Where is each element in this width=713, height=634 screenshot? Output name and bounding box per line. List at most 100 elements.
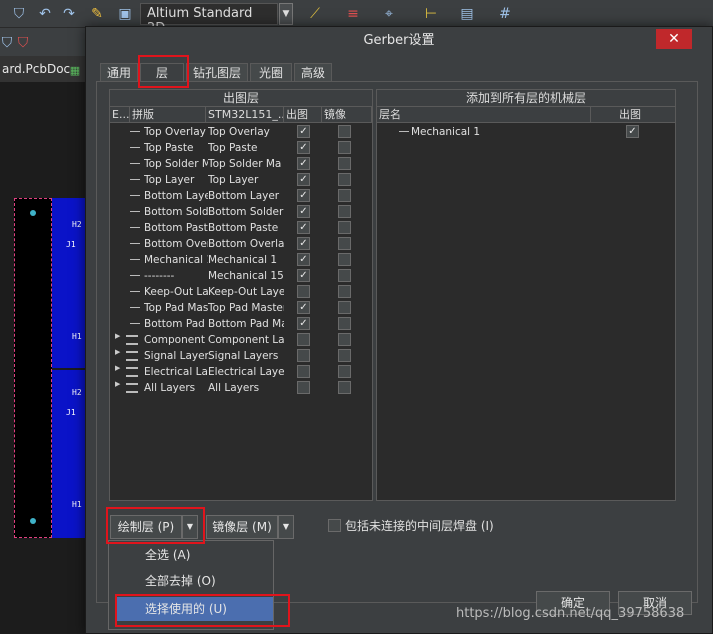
- place-icon[interactable]: ⌖: [380, 5, 398, 23]
- view-config-icon[interactable]: ▣: [116, 5, 134, 23]
- menu-item-select-all[interactable]: 全选 (A): [109, 543, 273, 567]
- plot-checkbox[interactable]: ✓: [297, 301, 310, 314]
- dimension-icon[interactable]: ⊢: [422, 5, 440, 23]
- mirror-checkbox[interactable]: [338, 269, 351, 282]
- mechanical-layer-row[interactable]: Mechanical 1 ✓: [377, 124, 675, 140]
- layer-mapping: Top Solder Ma: [208, 158, 282, 170]
- layer-row[interactable]: Bottom SolderBottom Solder ✓: [110, 204, 372, 220]
- plot-checkbox[interactable]: ✓: [297, 269, 310, 282]
- plot-checkbox[interactable]: [297, 365, 310, 378]
- board-outline: [14, 198, 52, 538]
- layer-row[interactable]: ▶ Signal Layers Signal Layers: [110, 348, 372, 364]
- plot-checkbox[interactable]: ✓: [297, 237, 310, 250]
- expand-arrow-icon[interactable]: ▶: [115, 380, 120, 388]
- chevron-down-icon[interactable]: ▼: [279, 3, 293, 25]
- column-header[interactable]: 出图: [284, 107, 322, 123]
- mirror-checkbox[interactable]: [338, 253, 351, 266]
- mirror-checkbox[interactable]: [338, 189, 351, 202]
- mirror-checkbox[interactable]: [338, 349, 351, 362]
- undo-icon[interactable]: ↶: [36, 5, 54, 23]
- plot-checkbox[interactable]: ✓: [297, 189, 310, 202]
- mirror-checkbox[interactable]: [338, 285, 351, 298]
- layer-row[interactable]: Top Overlay Top Overlay ✓: [110, 124, 372, 140]
- mirror-checkbox[interactable]: [338, 381, 351, 394]
- layer-mapping: Keep-Out Layer: [208, 286, 284, 298]
- include-unconnected-checkbox[interactable]: [328, 519, 341, 532]
- mirror-layers-button[interactable]: 镜像层 (M): [206, 515, 278, 539]
- expand-arrow-icon[interactable]: ▶: [115, 348, 120, 356]
- column-header[interactable]: STM32L151_...: [206, 107, 284, 123]
- column-header[interactable]: 拼版: [130, 107, 206, 123]
- tab-apertures[interactable]: 光圈: [250, 63, 292, 82]
- tab-layers[interactable]: 层: [140, 63, 184, 82]
- layer-name: Mechanical 1: [144, 254, 208, 266]
- plot-checkbox[interactable]: ✓: [297, 173, 310, 186]
- layer-row[interactable]: Top Paste Top Paste ✓: [110, 140, 372, 156]
- layer-row[interactable]: ▶ Electrical Lay Electrical Layer: [110, 364, 372, 380]
- mirror-checkbox[interactable]: [338, 221, 351, 234]
- mirror-checkbox[interactable]: [338, 333, 351, 346]
- room-icon[interactable]: ▤: [458, 5, 476, 23]
- plot-checkbox[interactable]: ✓: [626, 125, 639, 138]
- plot-checkbox[interactable]: ✓: [297, 125, 310, 138]
- layer-row[interactable]: ▶ All Layers All Layers: [110, 380, 372, 396]
- layer-row[interactable]: Keep-Out LayerKeep-Out Layer: [110, 284, 372, 300]
- layer-row[interactable]: Top Layer Top Layer ✓: [110, 172, 372, 188]
- plot-checkbox[interactable]: [297, 381, 310, 394]
- pcb-doc-icon[interactable]: ▦: [66, 61, 84, 79]
- tab-general[interactable]: 通用: [100, 63, 138, 82]
- tree-line-icon: [130, 195, 140, 196]
- align-icon[interactable]: ≡: [344, 5, 362, 23]
- layer-row[interactable]: Bottom Paste Bottom Paste ✓: [110, 220, 372, 236]
- close-button[interactable]: ✕: [656, 29, 692, 49]
- column-header[interactable]: 层名: [377, 107, 591, 123]
- plot-checkbox[interactable]: ✓: [297, 253, 310, 266]
- plot-checkbox[interactable]: ✓: [297, 205, 310, 218]
- plot-checkbox[interactable]: ✓: [297, 141, 310, 154]
- mirror-checkbox[interactable]: [338, 157, 351, 170]
- mirror-checkbox[interactable]: [338, 205, 351, 218]
- layer-row[interactable]: Bottom OverlayBottom Overlay ✓: [110, 236, 372, 252]
- layer-row[interactable]: Mechanical 1 Mechanical 1 ✓: [110, 252, 372, 268]
- plot-checkbox[interactable]: ✓: [297, 157, 310, 170]
- tab-drill-drawing[interactable]: 钻孔图层: [186, 63, 248, 82]
- view-standard-select[interactable]: Altium Standard 2D: [140, 3, 278, 36]
- column-header[interactable]: 镜像: [322, 107, 372, 123]
- tab-advanced[interactable]: 高级: [294, 63, 332, 82]
- plot-checkbox[interactable]: [297, 333, 310, 346]
- redo-icon[interactable]: ↷: [60, 5, 78, 23]
- mirror-checkbox[interactable]: [338, 173, 351, 186]
- clear-filter-icon[interactable]: ⛉: [14, 34, 32, 52]
- grid-icon[interactable]: #: [496, 5, 514, 23]
- chevron-down-icon[interactable]: ▼: [278, 515, 294, 539]
- plot-checkbox[interactable]: ✓: [297, 221, 310, 234]
- mirror-checkbox[interactable]: [338, 317, 351, 330]
- layer-row[interactable]: Bottom Pad MaBottom Pad Ma ✓: [110, 316, 372, 332]
- mirror-checkbox[interactable]: [338, 141, 351, 154]
- expand-arrow-icon[interactable]: ▶: [115, 332, 120, 340]
- plot-checkbox[interactable]: ✓: [297, 317, 310, 330]
- wand-icon[interactable]: ✎: [88, 5, 106, 23]
- mirror-checkbox[interactable]: [338, 125, 351, 138]
- layer-row[interactable]: Bottom LayerBottom Layer ✓: [110, 188, 372, 204]
- mirror-checkbox[interactable]: [338, 301, 351, 314]
- plot-layers-button[interactable]: 绘制层 (P): [110, 515, 182, 539]
- plot-checkbox[interactable]: [297, 349, 310, 362]
- filter-icon[interactable]: ⛉: [10, 5, 28, 23]
- route-icon[interactable]: ⟋: [306, 5, 324, 23]
- column-header[interactable]: 出图: [591, 107, 675, 123]
- column-header[interactable]: E...: [110, 107, 130, 123]
- layer-row[interactable]: -------- Mechanical 15 ✓: [110, 268, 372, 284]
- mirror-checkbox[interactable]: [338, 237, 351, 250]
- chevron-down-icon[interactable]: ▼: [182, 515, 198, 539]
- layer-row[interactable]: Top Pad MasterTop Pad Master ✓: [110, 300, 372, 316]
- expand-arrow-icon[interactable]: ▶: [115, 364, 120, 372]
- plot-checkbox[interactable]: [297, 285, 310, 298]
- menu-item-deselect-all[interactable]: 全部去掉 (O): [109, 569, 273, 593]
- document-tab[interactable]: ard.PcbDoc: [0, 60, 72, 80]
- layer-row[interactable]: ▶ Component LaComponent La: [110, 332, 372, 348]
- layer-row[interactable]: Top Solder MaTop Solder Ma ✓: [110, 156, 372, 172]
- mirror-checkbox[interactable]: [338, 365, 351, 378]
- dialog-title: Gerber设置: [86, 27, 712, 55]
- menu-item-select-used[interactable]: 选择使用的 (U): [117, 597, 273, 621]
